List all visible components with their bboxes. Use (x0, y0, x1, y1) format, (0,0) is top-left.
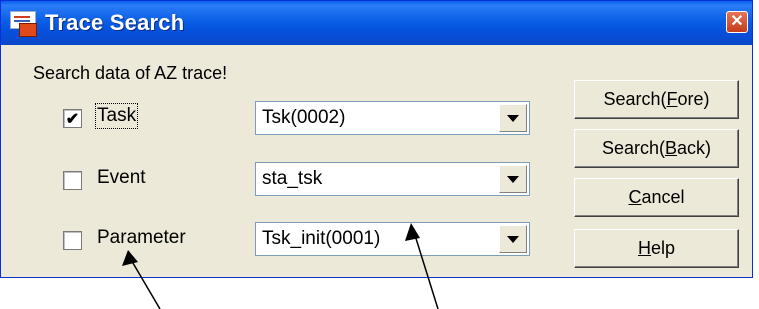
callout-arrow-left-head (122, 250, 138, 266)
callout-arrow-right-head (405, 223, 420, 241)
callout-arrow-left-line (129, 257, 161, 309)
callout-arrows (122, 223, 439, 309)
callout-arrow-right-line (413, 231, 439, 309)
